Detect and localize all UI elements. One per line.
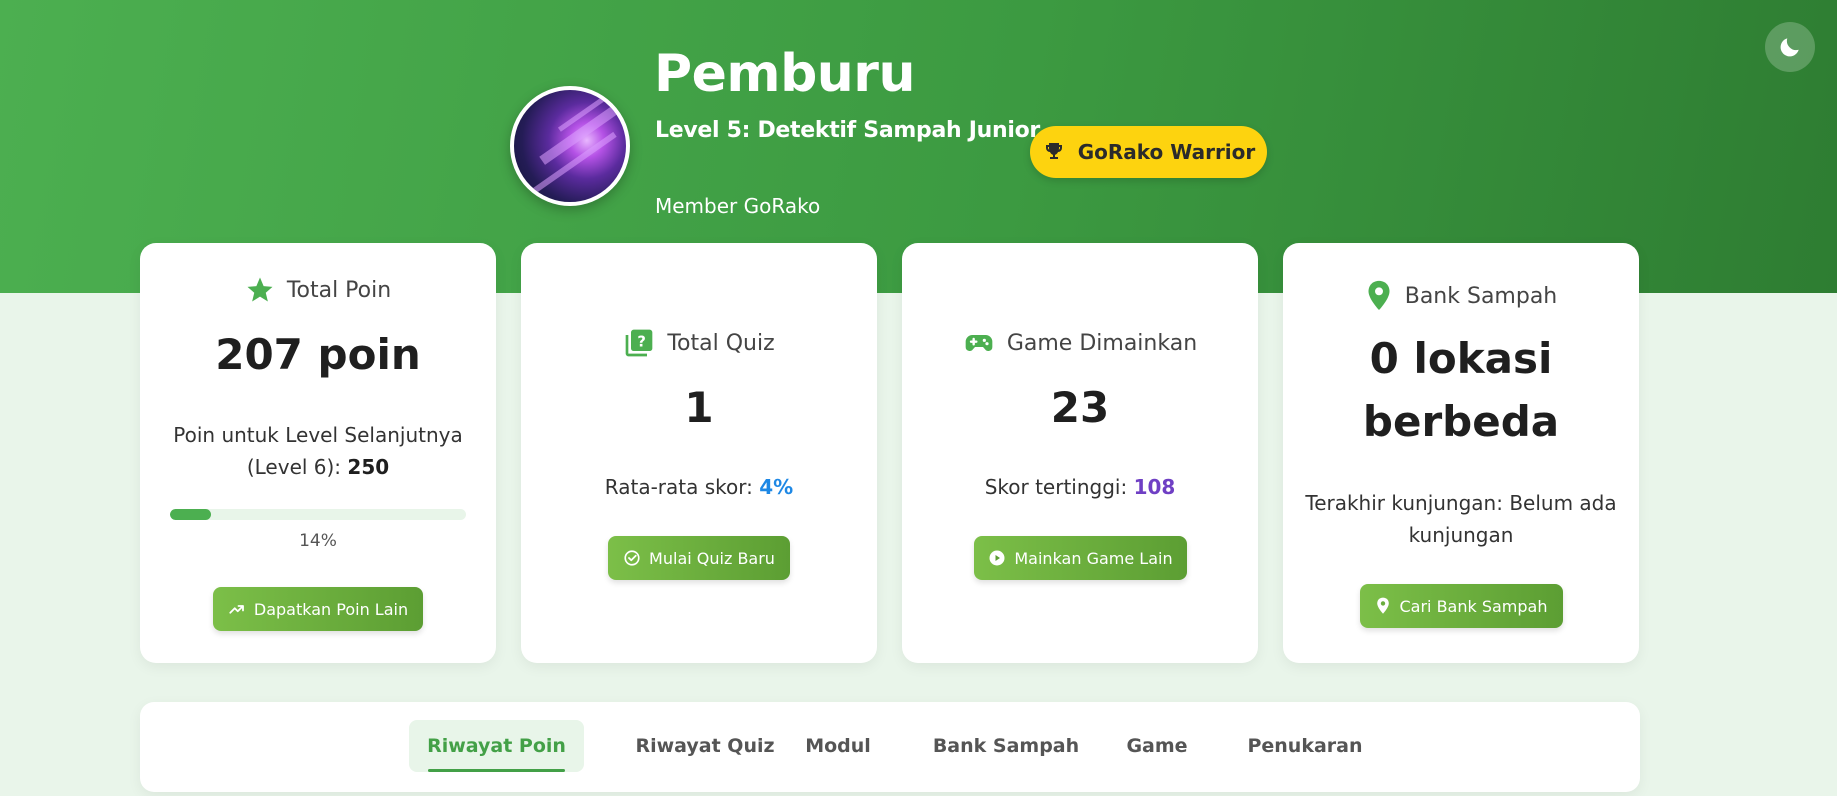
waste-bank-card: Bank Sampah 0 lokasi berbeda Terakhir ku…	[1283, 243, 1639, 663]
waste-bank-value-line1: 0 lokasi	[1369, 334, 1553, 383]
quiz-average-label: Rata-rata skor:	[604, 475, 753, 499]
profile-level: Level 5: Detektif Sampah Junior	[655, 118, 1040, 143]
tab-game[interactable]: Game	[1102, 720, 1212, 772]
total-quiz-card: ? Total Quiz 1 Rata-rata skor: 4% Mulai …	[521, 243, 877, 663]
total-points-title: Total Poin	[286, 277, 392, 303]
last-visit-info: Terakhir kunjungan: Belum ada kunjungan	[1305, 491, 1617, 547]
best-score-value: 108	[1133, 475, 1176, 499]
level-progress-label: 14%	[299, 531, 337, 551]
star-icon	[247, 277, 273, 302]
map-pin-icon	[1368, 280, 1390, 310]
next-level-points: 250	[347, 455, 390, 479]
next-level-text: Poin untuk Level Selanjutnya (Level 6):	[173, 423, 463, 479]
games-played-header: Game Dimainkan	[902, 327, 1258, 359]
tab-penukaran[interactable]: Penukaran	[1230, 720, 1380, 772]
best-score-label: Skor tertinggi:	[984, 475, 1128, 499]
trending-up-icon	[229, 605, 244, 614]
get-more-points-button[interactable]: Dapatkan Poin Lain	[213, 587, 423, 631]
waste-bank-title: Bank Sampah	[1404, 283, 1558, 309]
history-tabs: Riwayat Poin Riwayat Quiz Modul Bank Sam…	[140, 702, 1640, 792]
games-played-title: Game Dimainkan	[1006, 330, 1198, 356]
total-points-header: Total Poin	[140, 275, 496, 305]
play-other-game-label: Mainkan Game Lain	[1014, 548, 1173, 568]
waste-bank-header: Bank Sampah	[1283, 279, 1639, 313]
profile-name: Pemburu	[654, 44, 915, 104]
map-pin-icon	[1377, 597, 1390, 614]
games-played-value: 23	[1050, 383, 1110, 432]
next-level-info: Poin untuk Level Selanjutnya (Level 6): …	[160, 419, 476, 483]
quiz-average-info: Rata-rata skor: 4%	[541, 471, 857, 503]
tab-riwayat-quiz[interactable]: Riwayat Quiz	[610, 720, 800, 772]
avatar[interactable]	[510, 86, 630, 206]
total-points-value: 207 poin	[215, 330, 421, 379]
games-played-card: Game Dimainkan 23 Skor tertinggi: 108 Ma…	[902, 243, 1258, 663]
level-progress-fill	[170, 509, 212, 520]
svg-text:?: ?	[638, 333, 647, 350]
moon-icon	[1780, 38, 1799, 57]
rank-badge-label: GoRako Warrior	[1077, 140, 1256, 164]
play-other-game-button[interactable]: Mainkan Game Lain	[974, 536, 1187, 580]
trophy-icon	[1045, 143, 1062, 159]
play-circle-icon	[989, 550, 1005, 566]
best-score-info: Skor tertinggi: 108	[922, 471, 1238, 503]
level-progress-bar	[170, 509, 466, 520]
find-waste-bank-button[interactable]: Cari Bank Sampah	[1360, 584, 1563, 628]
waste-bank-value-line2: berbeda	[1362, 397, 1560, 446]
get-more-points-label: Dapatkan Poin Lain	[253, 599, 409, 619]
tab-riwayat-poin[interactable]: Riwayat Poin	[409, 720, 584, 772]
total-quiz-value: 1	[684, 383, 714, 432]
total-quiz-header: ? Total Quiz	[521, 327, 877, 359]
gamepad-icon	[965, 335, 993, 351]
find-waste-bank-label: Cari Bank Sampah	[1399, 596, 1548, 616]
start-new-quiz-label: Mulai Quiz Baru	[649, 548, 775, 568]
total-quiz-title: Total Quiz	[667, 330, 775, 356]
start-new-quiz-button[interactable]: Mulai Quiz Baru	[608, 536, 790, 580]
check-circle-icon	[624, 550, 640, 566]
tab-bank-sampah[interactable]: Bank Sampah	[920, 720, 1092, 772]
quiz-average-value: 4%	[759, 475, 794, 499]
rank-badge: GoRako Warrior	[1030, 126, 1267, 178]
theme-toggle-button[interactable]	[1765, 22, 1815, 72]
quiz-icon: ?	[626, 329, 653, 357]
member-label: Member GoRako	[655, 194, 821, 218]
total-points-card: Total Poin 207 poin Poin untuk Level Sel…	[140, 243, 496, 663]
tab-modul[interactable]: Modul	[778, 720, 898, 772]
